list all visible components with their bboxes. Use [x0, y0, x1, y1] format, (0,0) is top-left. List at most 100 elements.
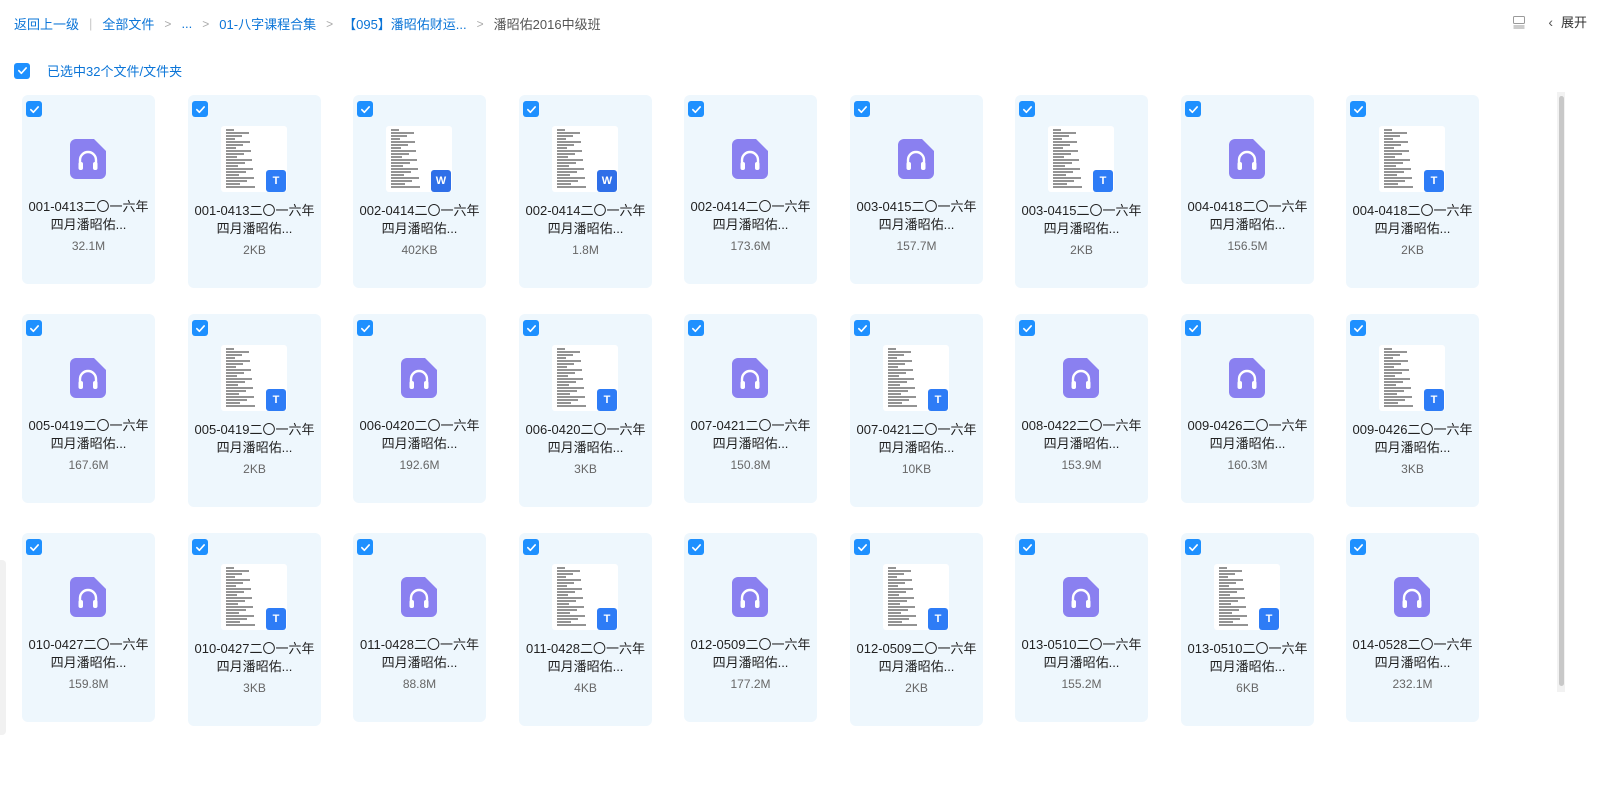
file-size: 402KB	[401, 243, 438, 257]
audio-file-card[interactable]: 010-0427二〇一六年四月潘昭佑... 159.8M	[22, 533, 155, 722]
file-checkbox[interactable]	[1019, 320, 1035, 336]
text-preview-line	[557, 576, 566, 578]
document-file-card[interactable]: T 007-0421二〇一六年四月潘昭佑... 10KB	[850, 314, 983, 507]
audio-file-card[interactable]: 014-0528二〇一六年四月潘昭佑... 232.1M	[1346, 533, 1479, 722]
file-checkbox[interactable]	[192, 539, 208, 555]
audio-file-icon	[732, 358, 768, 398]
file-size: 2KB	[243, 462, 266, 476]
audio-file-card[interactable]: 001-0413二〇一六年四月潘昭佑... 32.1M	[22, 95, 155, 284]
file-checkbox[interactable]	[854, 101, 870, 117]
text-preview-line	[888, 387, 915, 389]
text-preview-line	[226, 372, 244, 374]
document-file-card[interactable]: W 002-0414二〇一六年四月潘昭佑... 402KB	[353, 95, 486, 288]
audio-file-card[interactable]: 008-0422二〇一六年四月潘昭佑... 153.9M	[1015, 314, 1148, 503]
text-preview-line	[1053, 183, 1067, 185]
file-checkbox[interactable]	[1019, 539, 1035, 555]
text-preview-line	[1384, 183, 1398, 185]
file-checkbox[interactable]	[688, 101, 704, 117]
text-preview-line	[1384, 363, 1401, 365]
breadcrumb-all-files[interactable]: 全部文件	[102, 14, 154, 33]
back-link[interactable]: 返回上一级	[14, 14, 79, 33]
text-preview-line	[888, 375, 899, 377]
text-preview-line	[226, 567, 234, 569]
file-checkbox[interactable]	[1019, 101, 1035, 117]
audio-file-card[interactable]: 005-0419二〇一六年四月潘昭佑... 167.6M	[22, 314, 155, 503]
text-preview-line	[557, 594, 568, 596]
file-checkbox[interactable]	[192, 101, 208, 117]
expand-button[interactable]: 展开	[1561, 12, 1587, 31]
text-preview-line	[226, 609, 246, 611]
document-file-card[interactable]: T 009-0426二〇一六年四月潘昭佑... 3KB	[1346, 314, 1479, 507]
text-preview-line	[557, 153, 575, 155]
file-checkbox[interactable]	[26, 320, 42, 336]
file-checkbox[interactable]	[1350, 539, 1366, 555]
document-file-card[interactable]: T 003-0415二〇一六年四月潘昭佑... 2KB	[1015, 95, 1148, 288]
document-file-card[interactable]: T 004-0418二〇一六年四月潘昭佑... 2KB	[1346, 95, 1479, 288]
file-checkbox[interactable]	[26, 539, 42, 555]
document-file-card[interactable]: T 005-0419二〇一六年四月潘昭佑... 2KB	[188, 314, 321, 507]
audio-file-card[interactable]: 009-0426二〇一六年四月潘昭佑... 160.3M	[1181, 314, 1314, 503]
file-checkbox[interactable]	[357, 539, 373, 555]
file-checkbox[interactable]	[688, 539, 704, 555]
file-checkbox[interactable]	[357, 101, 373, 117]
text-preview-line	[226, 615, 254, 617]
file-checkbox[interactable]	[523, 320, 539, 336]
audio-file-card[interactable]: 013-0510二〇一六年四月潘昭佑... 155.2M	[1015, 533, 1148, 722]
file-size: 156.5M	[1227, 239, 1268, 253]
file-checkbox[interactable]	[854, 539, 870, 555]
text-preview-line	[888, 354, 904, 356]
text-preview-line	[226, 618, 247, 620]
audio-file-card[interactable]: 002-0414二〇一六年四月潘昭佑... 173.6M	[684, 95, 817, 284]
text-preview-line	[557, 372, 575, 374]
file-checkbox[interactable]	[1185, 101, 1201, 117]
document-file-card[interactable]: T 012-0509二〇一六年四月潘昭佑... 2KB	[850, 533, 983, 726]
text-preview-line	[557, 384, 569, 386]
select-all-checkbox[interactable]	[14, 62, 30, 79]
file-name: 012-0509二〇一六年四月潘昭佑...	[690, 637, 811, 670]
text-preview-line	[1384, 354, 1400, 356]
document-file-card[interactable]: T 013-0510二〇一六年四月潘昭佑... 6KB	[1181, 533, 1314, 726]
file-checkbox[interactable]	[357, 320, 373, 336]
file-checkbox[interactable]	[26, 101, 42, 117]
text-preview-line	[1384, 177, 1412, 179]
document-file-card[interactable]: T 011-0428二〇一六年四月潘昭佑... 4KB	[519, 533, 652, 726]
audio-file-card[interactable]: 004-0418二〇一六年四月潘昭佑... 156.5M	[1181, 95, 1314, 284]
breadcrumb-ellipsis[interactable]: ...	[181, 16, 192, 31]
text-preview-line	[888, 399, 909, 401]
file-checkbox[interactable]	[1185, 539, 1201, 555]
audio-file-card[interactable]: 011-0428二〇一六年四月潘昭佑... 88.8M	[353, 533, 486, 722]
text-preview-line	[1384, 402, 1398, 404]
text-preview-line	[226, 381, 245, 383]
file-checkbox[interactable]	[523, 101, 539, 117]
document-file-card[interactable]: T 001-0413二〇一六年四月潘昭佑... 2KB	[188, 95, 321, 288]
text-preview-line	[1053, 180, 1074, 182]
scrollbar-thumb[interactable]	[1559, 96, 1564, 686]
document-file-card[interactable]: T 006-0420二〇一六年四月潘昭佑... 3KB	[519, 314, 652, 507]
text-preview-line	[391, 132, 414, 134]
text-preview-line	[557, 180, 578, 182]
file-checkbox[interactable]	[1350, 101, 1366, 117]
text-preview-line	[391, 171, 411, 173]
document-file-card[interactable]: T 010-0427二〇一六年四月潘昭佑... 3KB	[188, 533, 321, 726]
text-preview-line	[226, 156, 237, 158]
document-file-card[interactable]: W 002-0414二〇一六年四月潘昭佑... 1.8M	[519, 95, 652, 288]
file-checkbox[interactable]	[854, 320, 870, 336]
file-checkbox[interactable]	[688, 320, 704, 336]
audio-file-card[interactable]: 007-0421二〇一六年四月潘昭佑... 150.8M	[684, 314, 817, 503]
text-preview-line	[888, 597, 914, 599]
breadcrumb-folder-course[interactable]: 01-八字课程合集	[219, 14, 316, 33]
audio-file-card[interactable]: 003-0415二〇一六年四月潘昭佑... 157.7M	[850, 95, 983, 284]
text-preview-line	[226, 390, 246, 392]
text-preview-line	[1384, 180, 1405, 182]
text-preview-line	[557, 609, 577, 611]
file-checkbox[interactable]	[1350, 320, 1366, 336]
view-toggle-icon[interactable]	[1512, 15, 1526, 29]
audio-file-card[interactable]: 006-0420二〇一六年四月潘昭佑... 192.6M	[353, 314, 486, 503]
breadcrumb-folder-wealth[interactable]: 【095】潘昭佑财运...	[343, 14, 467, 33]
chevron-left-icon[interactable]: ‹	[1548, 14, 1553, 30]
file-checkbox[interactable]	[192, 320, 208, 336]
file-checkbox[interactable]	[523, 539, 539, 555]
file-checkbox[interactable]	[1185, 320, 1201, 336]
text-preview-line	[1384, 381, 1403, 383]
audio-file-card[interactable]: 012-0509二〇一六年四月潘昭佑... 177.2M	[684, 533, 817, 722]
